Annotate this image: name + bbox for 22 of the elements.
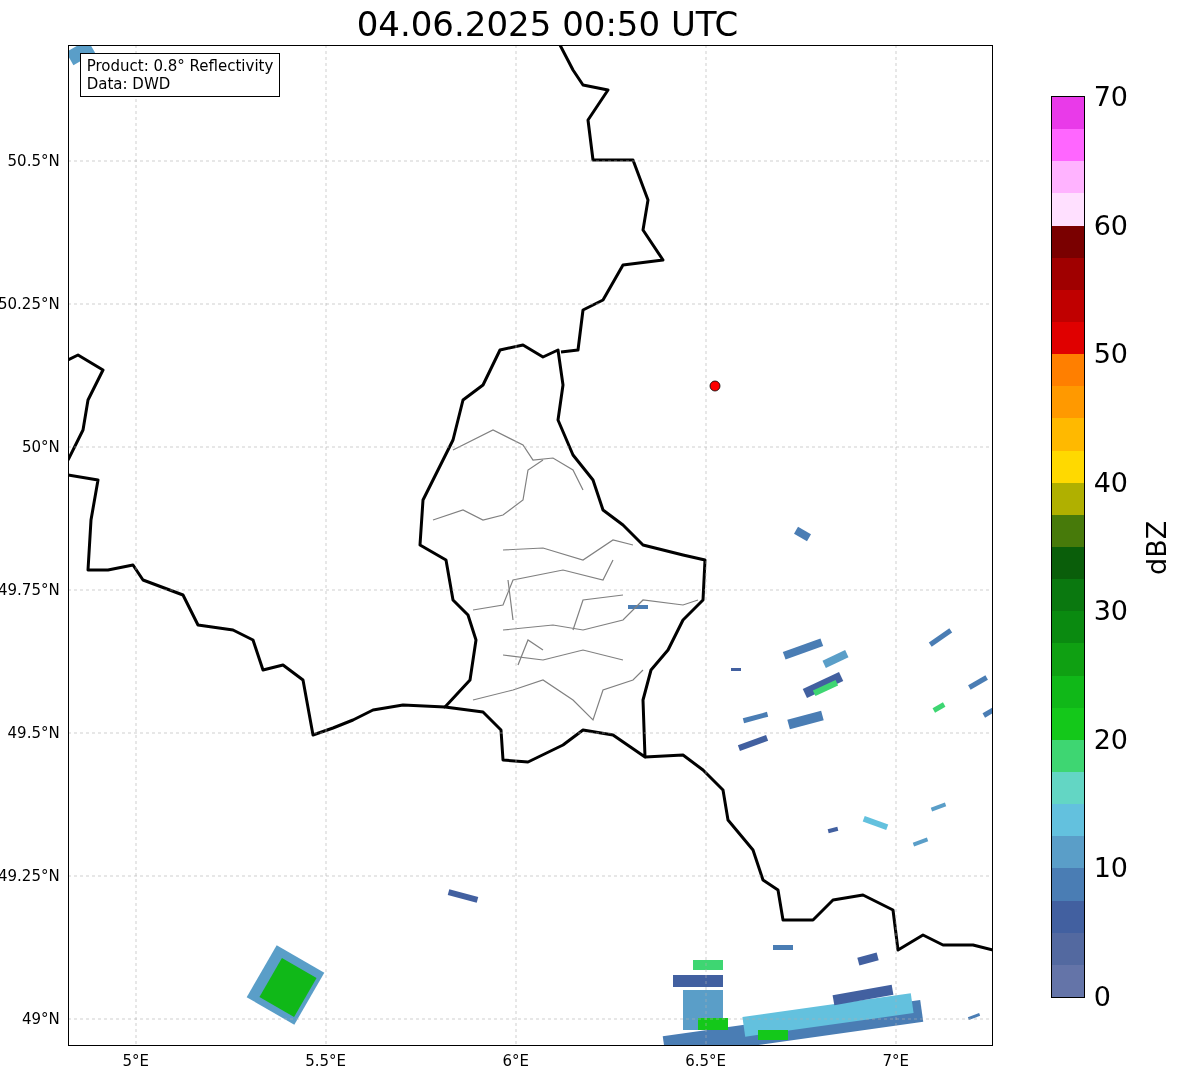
info-text: Data: DWD — [86, 75, 172, 93]
colorbar-tick-label: 60 — [1093, 210, 1129, 241]
latitude-label: 50.5°N — [7, 152, 60, 170]
colorbar-tick-label: 50 — [1093, 339, 1129, 370]
colorbar-tick-label: 70 — [1093, 82, 1129, 112]
latitude-label: 50.25°N — [0, 295, 60, 313]
longitude-label: 5.5°E — [304, 1052, 348, 1070]
latitude-label: 49.5°N — [7, 724, 60, 742]
latitude-label: 49°N — [21, 1010, 60, 1028]
colorbar-label: dBZ — [1140, 520, 1172, 575]
chart-title: 04.06.2025 00:50 UTC — [355, 4, 740, 44]
colorbar-tick-label: 40 — [1093, 467, 1129, 498]
colorbar-tick-label: 20 — [1093, 724, 1129, 755]
colorbar-tick-label: 0 — [1093, 982, 1111, 1012]
colorbar-tick-label: 30 — [1093, 596, 1129, 627]
colorbar-tick-label: 10 — [1093, 853, 1129, 884]
longitude-label: 6°E — [501, 1052, 530, 1070]
info-text: Product: 0.8° Reflectivity — [86, 57, 274, 75]
latitude-label: 50°N — [21, 438, 60, 456]
longitude-label: 6.5°E — [684, 1052, 728, 1070]
longitude-label: 7°E — [881, 1052, 910, 1070]
longitude-label: 5°E — [121, 1052, 150, 1070]
